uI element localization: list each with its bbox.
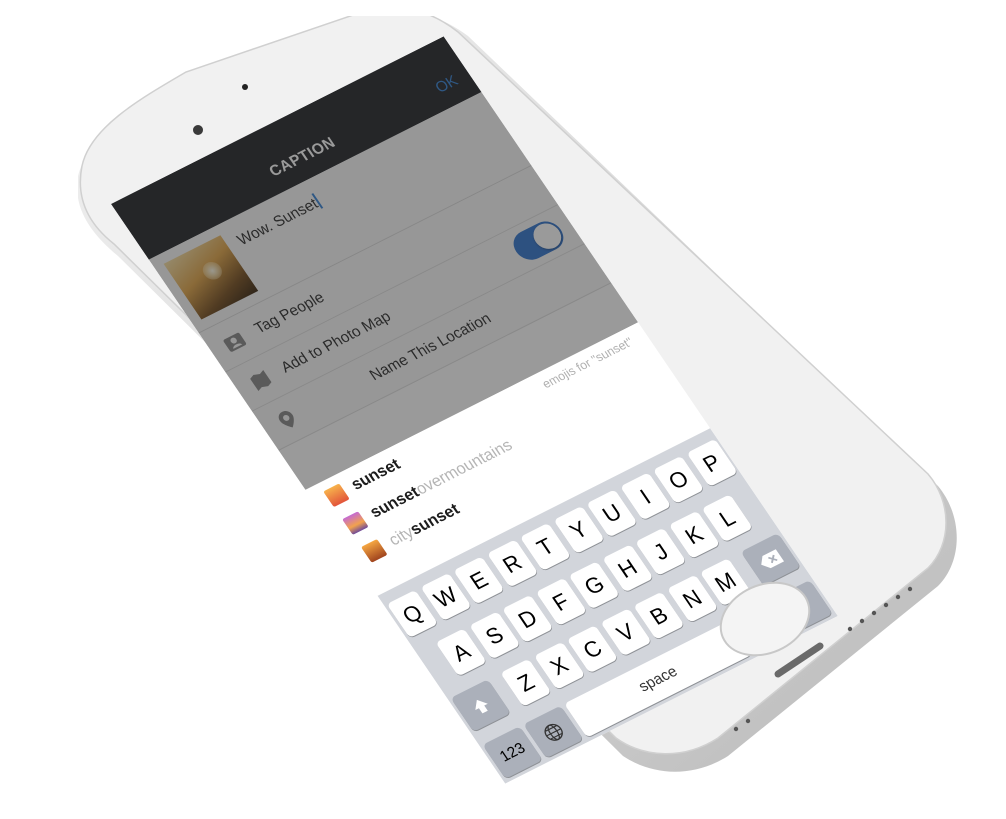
scene: CAPTION OK Wow. Sunset Tag People Add to… [0,0,1006,819]
sunset-emoji-icon [323,483,350,508]
app-screen: CAPTION OK Wow. Sunset Tag People Add to… [111,36,838,784]
delete-key[interactable] [740,533,801,586]
shift-arrow-icon [475,699,488,714]
shift-key[interactable] [450,679,511,732]
city-sunset-emoji-icon [361,539,388,563]
backspace-icon [761,549,785,569]
globe-icon [544,723,563,741]
screen-wrap: CAPTION OK Wow. Sunset Tag People Add to… [0,0,1006,819]
sunset-over-mountains-emoji-icon [342,511,369,535]
